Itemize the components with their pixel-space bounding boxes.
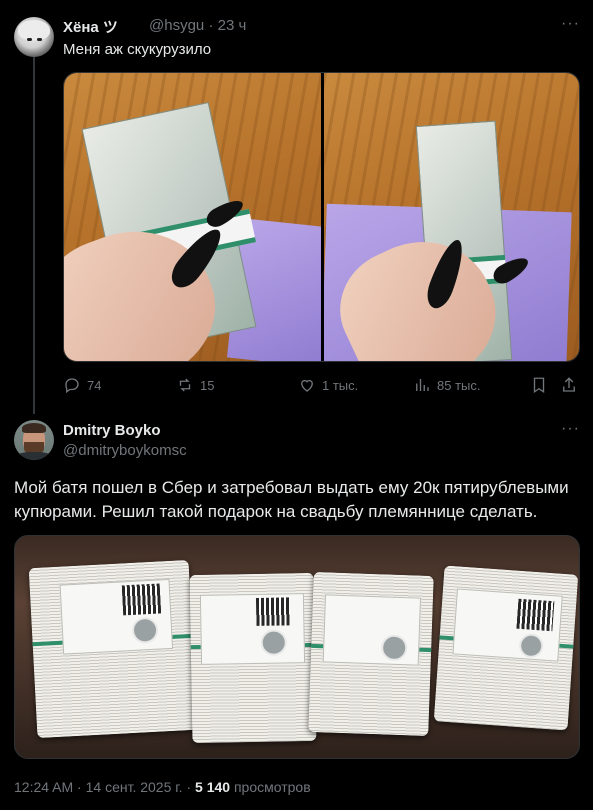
money-brick [433,565,579,731]
more-icon[interactable]: ··· [561,420,580,438]
author-handle-and-time[interactable]: @hsygu · 23 ч [149,17,246,34]
author-handle[interactable]: @hsygu [149,17,204,34]
heart-icon [301,379,313,392]
photo-2[interactable] [324,73,579,361]
media-grid[interactable] [63,72,580,362]
avatar[interactable] [14,420,54,460]
post-time[interactable]: 12:24 AM [14,779,73,795]
author-handle[interactable]: @dmitryboykomsc [63,442,187,459]
money-brick [308,571,434,737]
separator: · [208,17,214,34]
like-count: 1 тыс. [322,377,359,393]
tweet-text: Мой батя пошел в Сбер и затребовал выдат… [14,476,584,524]
views-count: 5 140 [195,779,231,795]
avatar[interactable] [14,17,54,57]
separator: · [186,779,192,795]
tweet-text-line: купюрами. Решил такой подарок на свадьбу… [14,502,538,521]
tweet-photo[interactable] [14,535,580,759]
avatar-eye [37,38,42,41]
repost-count: 15 [200,377,215,393]
repost-button[interactable]: 15 [176,373,214,397]
thread-line [33,54,35,414]
avatar-hair [22,423,46,433]
bookmark-icon [533,377,545,394]
separator: · [77,779,82,795]
qr-code [516,598,555,632]
photo-1[interactable] [64,73,321,361]
reply-count: 74 [87,377,102,393]
share-button[interactable] [560,373,578,397]
avatar-eye [27,38,32,41]
post-time[interactable]: 23 ч [218,17,247,34]
qr-code [121,583,162,616]
bookmark-button[interactable] [530,373,548,397]
parent-tweet[interactable]: Хёна ツ @hsygu · 23 ч ··· Меня аж скукуру… [0,0,593,414]
avatar-shirt [16,452,52,460]
action-bar: 74 15 1 тыс. 85 тыс. [63,373,580,397]
author-name[interactable]: Dmitry Boyko [63,422,161,439]
tweet-text-line: Мой батя пошел в Сбер и затребовал выдат… [14,478,569,497]
author-name[interactable]: Хёна ツ [63,16,118,37]
bank-label [322,594,421,666]
money-brick [28,559,198,739]
reply-button[interactable]: 74 [63,373,101,397]
tweet-text: Меня аж скукурузило [63,41,212,58]
like-button[interactable]: 1 тыс. [298,373,358,397]
avatar-hair [18,20,50,40]
views-count: 85 тыс. [437,377,481,393]
repost-icon [179,378,191,392]
money-brick [189,572,317,744]
reply-icon [65,378,79,394]
post-date[interactable]: 14 сент. 2025 г. [86,779,183,795]
analytics-icon [416,379,429,391]
tweet-meta: 12:24 AM · 14 сент. 2025 г. · 5 140 прос… [14,779,311,795]
qr-code [255,597,291,626]
share-icon [563,377,575,392]
more-icon[interactable]: ··· [561,15,580,33]
views-button[interactable]: 85 тыс. [413,373,480,397]
views-label: просмотров [233,779,311,795]
